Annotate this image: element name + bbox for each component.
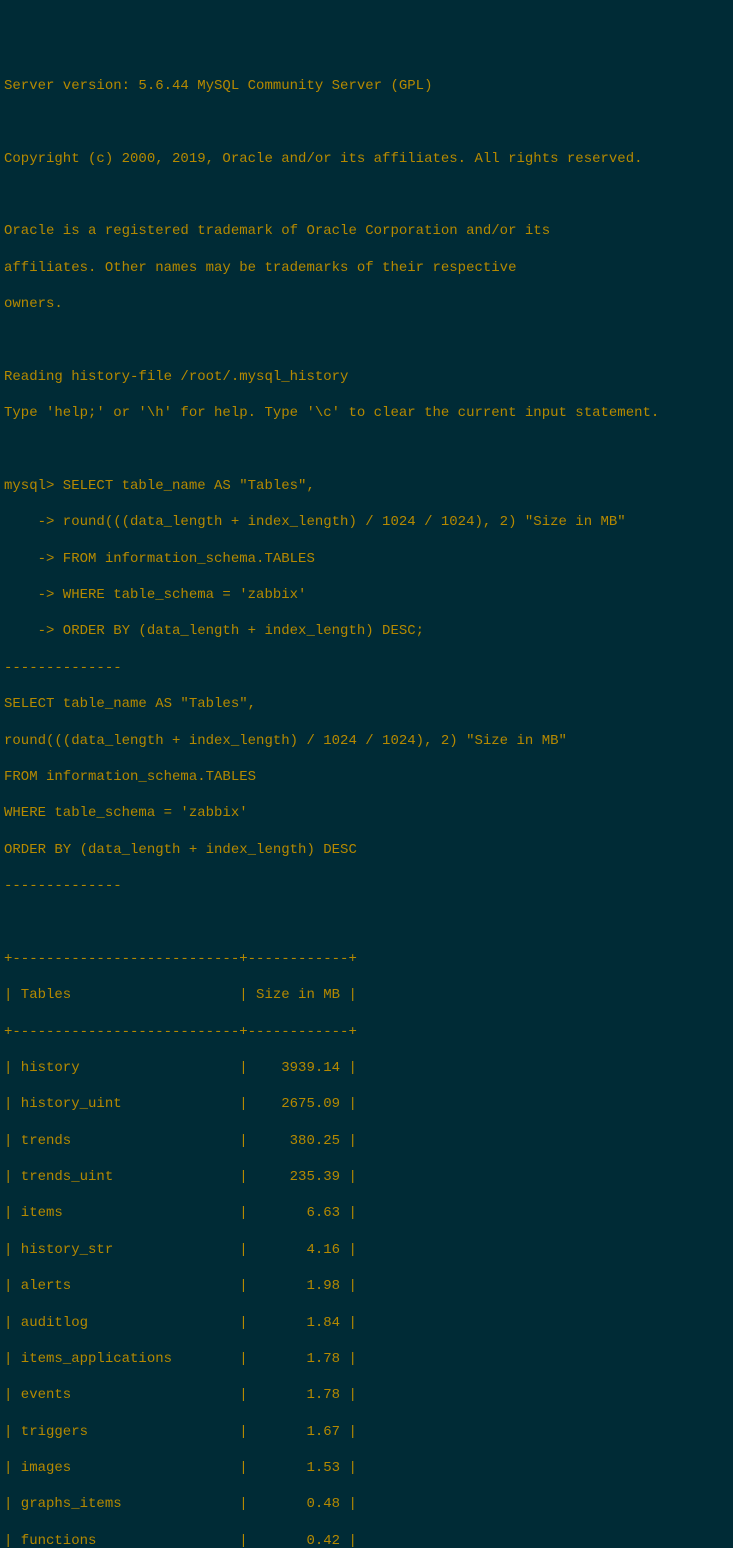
table-row: | trends_uint | 235.39 | [4, 1168, 729, 1186]
query-input-line-1: mysql> SELECT table_name AS "Tables", [4, 477, 729, 495]
table-border-top: +---------------------------+-----------… [4, 950, 729, 968]
table-row: | trends | 380.25 | [4, 1132, 729, 1150]
copyright-line: Copyright (c) 2000, 2019, Oracle and/or … [4, 150, 729, 168]
table-row: | history | 3939.14 | [4, 1059, 729, 1077]
version-line: Server version: 5.6.44 MySQL Community S… [4, 77, 729, 95]
table-border-mid: +---------------------------+-----------… [4, 1023, 729, 1041]
table-row: | history_str | 4.16 | [4, 1241, 729, 1259]
query-echo-line-3: FROM information_schema.TABLES [4, 768, 729, 786]
table-row: | images | 1.53 | [4, 1459, 729, 1477]
query-input-line-4: -> WHERE table_schema = 'zabbix' [4, 586, 729, 604]
separator-line: -------------- [4, 877, 729, 895]
trademark-line-1: Oracle is a registered trademark of Orac… [4, 222, 729, 240]
table-row: | events | 1.78 | [4, 1386, 729, 1404]
table-row: | graphs_items | 0.48 | [4, 1495, 729, 1513]
table-header: | Tables | Size in MB | [4, 986, 729, 1004]
blank-line [4, 113, 729, 131]
table-row: | items_applications | 1.78 | [4, 1350, 729, 1368]
help-line: Type 'help;' or '\h' for help. Type '\c'… [4, 404, 729, 422]
separator-line: -------------- [4, 659, 729, 677]
query-input-line-2: -> round(((data_length + index_length) /… [4, 513, 729, 531]
blank-line [4, 913, 729, 931]
table-row: | history_uint | 2675.09 | [4, 1095, 729, 1113]
blank-line [4, 186, 729, 204]
query-echo-line-4: WHERE table_schema = 'zabbix' [4, 804, 729, 822]
table-row: | auditlog | 1.84 | [4, 1314, 729, 1332]
query-echo-line-2: round(((data_length + index_length) / 10… [4, 732, 729, 750]
table-row: | alerts | 1.98 | [4, 1277, 729, 1295]
query-echo-line-1: SELECT table_name AS "Tables", [4, 695, 729, 713]
blank-line [4, 441, 729, 459]
query-input-line-3: -> FROM information_schema.TABLES [4, 550, 729, 568]
query-input-line-5: -> ORDER BY (data_length + index_length)… [4, 622, 729, 640]
trademark-line-2: affiliates. Other names may be trademark… [4, 259, 729, 277]
table-row: | items | 6.63 | [4, 1204, 729, 1222]
table-row: | triggers | 1.67 | [4, 1423, 729, 1441]
table-row: | functions | 0.42 | [4, 1532, 729, 1548]
history-line: Reading history-file /root/.mysql_histor… [4, 368, 729, 386]
blank-line [4, 331, 729, 349]
trademark-line-3: owners. [4, 295, 729, 313]
query-echo-line-5: ORDER BY (data_length + index_length) DE… [4, 841, 729, 859]
